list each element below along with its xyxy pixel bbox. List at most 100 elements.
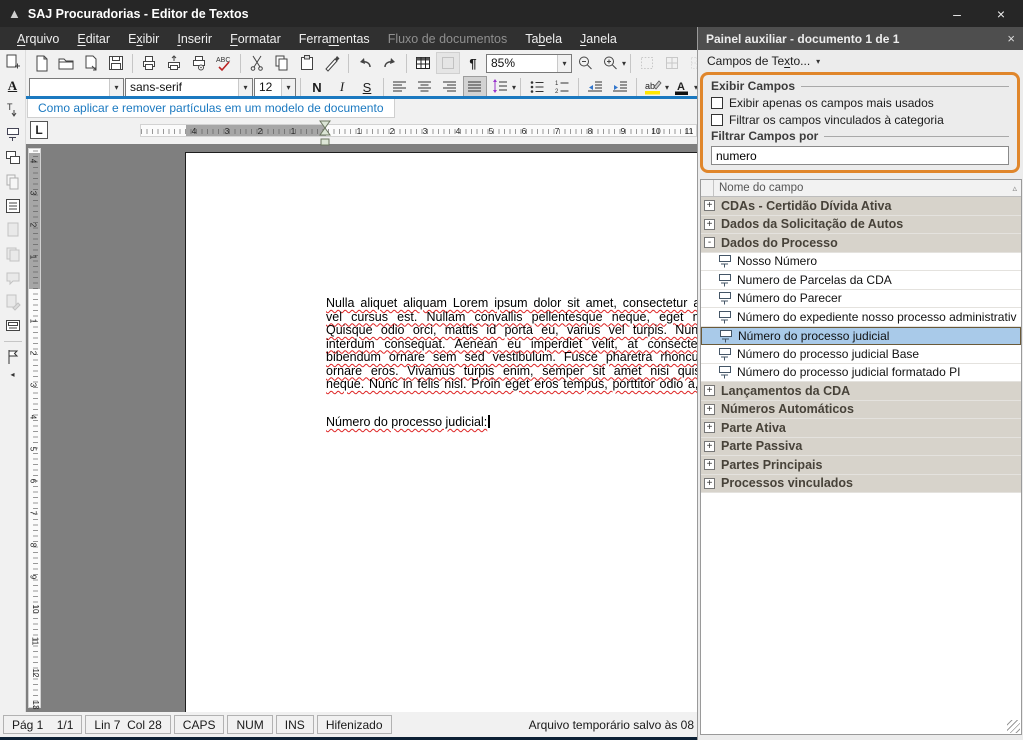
document-page[interactable]: Nulla aliquet aliquam Lorem ipsum dolor … xyxy=(185,152,697,712)
tree-group-processos-vinculados[interactable]: +Processos vinculados xyxy=(701,475,1021,494)
character-dialog-button[interactable]: A xyxy=(1,75,25,97)
menu-editar[interactable]: Editar xyxy=(68,29,119,49)
menu-inserir[interactable]: Inserir xyxy=(168,29,221,49)
menu-arquivo[interactable]: Arquivo xyxy=(8,29,68,49)
status-num[interactable]: NUM xyxy=(227,715,272,734)
status-caps[interactable]: CAPS xyxy=(174,715,225,734)
insert-table-button[interactable] xyxy=(411,52,435,74)
flag-button[interactable] xyxy=(1,346,25,368)
panel-mode-selector[interactable]: Campos de Texto... ▾ xyxy=(698,50,1023,72)
new-from-template-button[interactable] xyxy=(1,51,25,73)
new-document-button[interactable] xyxy=(29,52,53,74)
tree-group-cdas[interactable]: +CDAs - Certidão Dívida Ativa xyxy=(701,197,1021,216)
highlight-color-button[interactable]: ab xyxy=(641,76,665,98)
insert-field-button[interactable] xyxy=(1,123,25,145)
collapse-toggle-icon[interactable]: - xyxy=(704,237,715,248)
expand-toggle-icon[interactable]: + xyxy=(704,219,715,230)
menu-formatar[interactable]: Formatar xyxy=(221,29,290,49)
bullet-list-button[interactable] xyxy=(525,76,549,98)
indent-marker[interactable] xyxy=(319,120,331,151)
line-spacing-caret-icon[interactable]: ▾ xyxy=(512,83,516,92)
tree-group-dados-processo[interactable]: -Dados do Processo xyxy=(701,234,1021,253)
align-right-button[interactable] xyxy=(438,76,462,98)
tabstop-selector-button[interactable]: L xyxy=(30,121,48,139)
menu-exibir[interactable]: Exibir xyxy=(119,29,168,49)
expand-toggle-icon[interactable]: + xyxy=(704,478,715,489)
tree-item-selected[interactable]: Número do processo judicial xyxy=(701,327,1021,346)
copy-button[interactable] xyxy=(270,52,294,74)
font-size-combobox[interactable]: 12 ▾ xyxy=(254,78,296,97)
status-line-col[interactable]: Lin 7 Col 28 xyxy=(85,715,170,734)
print-file-button[interactable] xyxy=(162,52,186,74)
tree-item[interactable]: Número do processo judicial formatado PI xyxy=(701,364,1021,383)
expand-toggle-icon[interactable]: + xyxy=(704,404,715,415)
formatting-marks-button[interactable]: ¶ xyxy=(461,52,485,74)
tree-item[interactable]: Numero de Parcelas da CDA xyxy=(701,271,1021,290)
underline-button[interactable]: S xyxy=(355,76,379,98)
style-dropdown-icon[interactable]: ▾ xyxy=(109,79,123,96)
zoom-out-button[interactable] xyxy=(573,52,597,74)
checkbox-most-used[interactable] xyxy=(711,97,723,109)
bold-button[interactable]: N xyxy=(305,76,329,98)
tree-group-lancamentos[interactable]: +Lançamentos da CDA xyxy=(701,382,1021,401)
panel-header[interactable]: Painel auxiliar - documento 1 de 1 × xyxy=(698,27,1023,50)
redo-button[interactable] xyxy=(378,52,402,74)
properties-list-button[interactable] xyxy=(1,195,25,217)
menu-tabela[interactable]: Tabela xyxy=(516,29,571,49)
tree-group-parte-ativa[interactable]: +Parte Ativa xyxy=(701,419,1021,438)
tree-group-parte-passiva[interactable]: +Parte Passiva xyxy=(701,438,1021,457)
resize-grip[interactable] xyxy=(1007,720,1020,733)
tree-group-partes-principais[interactable]: +Partes Principais xyxy=(701,456,1021,475)
align-left-button[interactable] xyxy=(388,76,412,98)
font-dropdown-icon[interactable]: ▾ xyxy=(238,79,252,96)
filter-input[interactable]: numero xyxy=(711,146,1009,165)
close-button[interactable]: × xyxy=(979,0,1023,27)
checkbox-most-used-row[interactable]: Exibir apenas os campos mais usados xyxy=(711,94,1009,111)
expand-toggle-icon[interactable]: + xyxy=(704,459,715,470)
menu-ferramentas[interactable]: Ferramentas xyxy=(290,29,379,49)
open-button[interactable] xyxy=(54,52,78,74)
minimize-button[interactable]: – xyxy=(935,0,979,27)
size-dropdown-icon[interactable]: ▾ xyxy=(281,79,295,96)
font-color-button[interactable]: A xyxy=(670,76,694,98)
sort-indicator-icon[interactable]: ▵ xyxy=(1012,183,1017,194)
spellcheck-button[interactable]: ABC xyxy=(212,52,236,74)
tree-item[interactable]: Nosso Número xyxy=(701,253,1021,272)
zoom-menu-caret-icon[interactable]: ▾ xyxy=(622,59,626,68)
menu-janela[interactable]: Janela xyxy=(571,29,626,49)
save-as-button[interactable] xyxy=(79,52,103,74)
status-ins[interactable]: INS xyxy=(276,715,314,734)
justify-button[interactable] xyxy=(463,76,487,98)
insert-text-button[interactable]: T xyxy=(1,99,25,121)
tree-group-numeros-automaticos[interactable]: +Números Automáticos xyxy=(701,401,1021,420)
print-button[interactable] xyxy=(137,52,161,74)
insert-frame-panel-button[interactable] xyxy=(1,147,25,169)
zoom-dropdown-icon[interactable]: ▾ xyxy=(557,55,571,72)
paragraph[interactable]: Nulla aliquet aliquam Lorem ipsum dolor … xyxy=(326,297,697,392)
undo-button[interactable] xyxy=(353,52,377,74)
horizontal-ruler[interactable]: 43211234567891011 xyxy=(140,124,697,137)
tree-item[interactable]: Número do Parecer xyxy=(701,290,1021,309)
paragraph-style-combobox[interactable]: ▾ xyxy=(29,78,124,97)
increase-indent-button[interactable] xyxy=(608,76,632,98)
collapse-arrow-icon[interactable]: ◂ xyxy=(10,370,14,379)
help-tip-tab[interactable]: Como aplicar e remover partículas em um … xyxy=(27,99,395,118)
status-page[interactable]: Pág 1 1/1 xyxy=(3,715,82,734)
clone-formatting-button[interactable] xyxy=(320,52,344,74)
panel-close-icon[interactable]: × xyxy=(1007,31,1015,46)
tree-item[interactable]: Número do processo judicial Base xyxy=(701,345,1021,364)
paste-button[interactable] xyxy=(295,52,319,74)
line-spacing-button[interactable] xyxy=(488,76,512,98)
checkbox-linked-category-row[interactable]: Filtrar os campos vinculados à categoria xyxy=(711,111,1009,128)
field-insert-line[interactable]: Número do processo judicial: xyxy=(326,415,490,429)
panel-mode-caret-icon[interactable]: ▾ xyxy=(816,57,820,66)
checkbox-linked-category[interactable] xyxy=(711,114,723,126)
expand-toggle-icon[interactable]: + xyxy=(704,200,715,211)
font-name-combobox[interactable]: sans-serif ▾ xyxy=(125,78,253,97)
save-button[interactable] xyxy=(104,52,128,74)
tree-header[interactable]: Nome do campo ▵ xyxy=(701,180,1021,197)
decrease-indent-button[interactable] xyxy=(583,76,607,98)
print-preview-button[interactable] xyxy=(187,52,211,74)
print-layout-button[interactable] xyxy=(1,315,25,337)
numbered-list-button[interactable]: 12 xyxy=(550,76,574,98)
